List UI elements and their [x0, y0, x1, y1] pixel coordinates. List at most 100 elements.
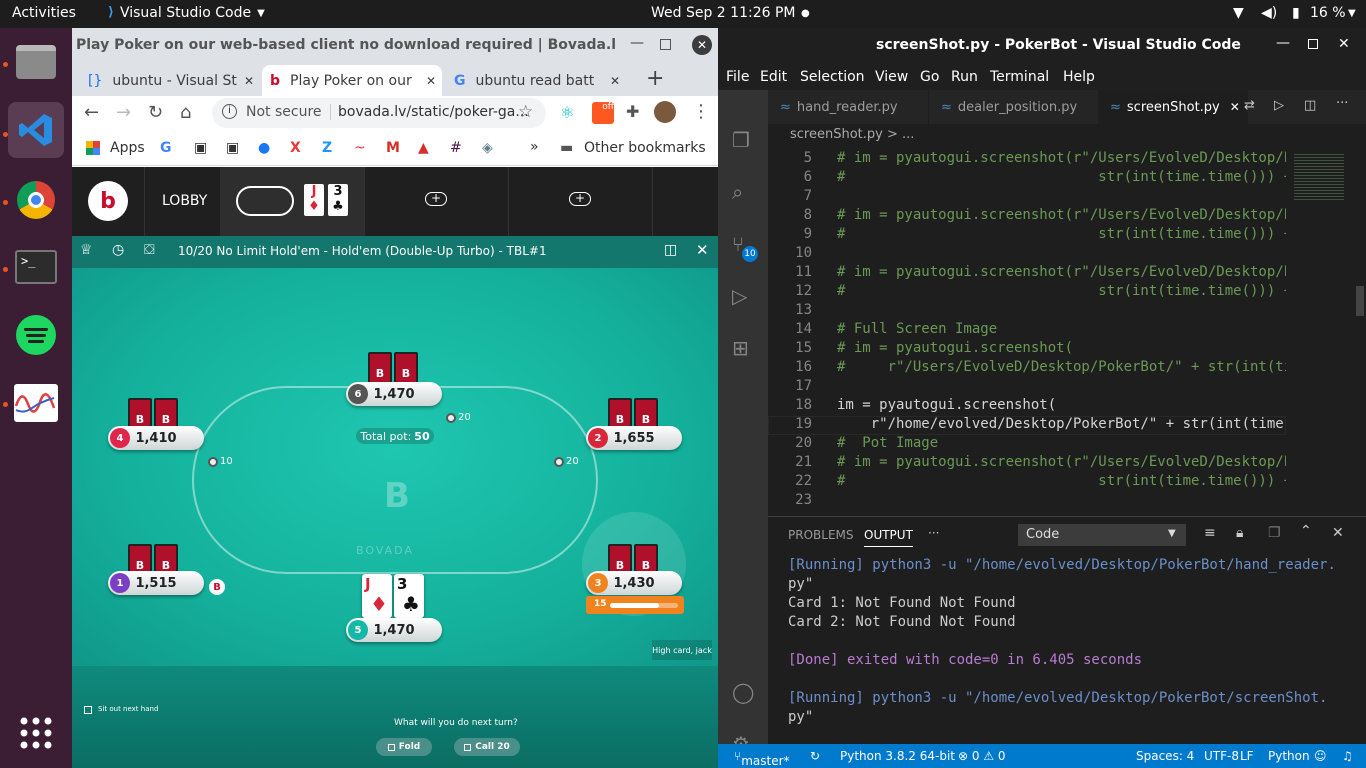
menu-view[interactable]: View: [875, 69, 908, 85]
vscode-icon[interactable]: [8, 102, 64, 158]
maximize-icon[interactable]: [660, 39, 671, 50]
reload-icon[interactable]: ↻: [148, 102, 163, 123]
tab-screenshot[interactable]: ≈ screenShot.py ✕: [1098, 90, 1248, 124]
bookmark-icon[interactable]: ◈: [482, 140, 493, 156]
bovada-logo-icon[interactable]: b: [88, 181, 128, 221]
output-channel-select[interactable]: Code ▼: [1018, 524, 1186, 546]
tab-dealer-position[interactable]: ≈ dealer_position.py: [928, 90, 1098, 124]
wifi-icon[interactable]: ▼: [1233, 5, 1244, 21]
bookmark-icon[interactable]: ▣: [194, 140, 207, 156]
seat-1[interactable]: 1 1,515: [108, 571, 204, 595]
lobby-tab[interactable]: LOBBY: [162, 193, 207, 209]
apps-grid-icon[interactable]: [86, 141, 100, 155]
maximize-panel-icon[interactable]: ⌃: [1300, 523, 1312, 539]
menu-kebab-icon[interactable]: ⋮: [692, 101, 710, 122]
menu-help[interactable]: Help: [1063, 69, 1095, 85]
menu-go[interactable]: Go: [920, 69, 939, 85]
open-changes-icon[interactable]: ⇄: [1244, 98, 1255, 113]
active-table-tab[interactable]: J ♦ 3 ♣: [220, 167, 364, 236]
branch-indicator[interactable]: ⑂ master*: [734, 749, 790, 768]
chrome-icon[interactable]: [8, 172, 64, 228]
clear-output-icon[interactable]: ≡: [1204, 525, 1216, 541]
line-ending[interactable]: LF: [1240, 749, 1254, 763]
menu-terminal[interactable]: Terminal: [990, 69, 1049, 85]
profile-avatar[interactable]: [654, 101, 676, 123]
language-mode[interactable]: Python: [1268, 749, 1310, 763]
z-bookmark-icon[interactable]: Z: [322, 140, 332, 156]
menu-run[interactable]: Run: [951, 69, 978, 85]
add-table-slot[interactable]: +: [508, 167, 652, 236]
x-bookmark-icon[interactable]: X: [290, 140, 301, 156]
open-log-icon[interactable]: ❐: [1268, 525, 1281, 541]
seat-4[interactable]: 4 1,410: [108, 426, 204, 450]
fold-button[interactable]: Fold: [376, 738, 432, 756]
seat-5-hero[interactable]: 5 1,470: [346, 618, 442, 642]
apps-bookmark[interactable]: Apps: [110, 140, 145, 156]
close-icon[interactable]: ✕: [1338, 36, 1350, 52]
bookmarks-overflow-icon[interactable]: »: [530, 139, 539, 155]
clock[interactable]: Wed Sep 2 11:26 PM: [651, 5, 795, 21]
call-button[interactable]: Call 20: [454, 738, 520, 756]
gmail-bookmark-icon[interactable]: M: [386, 140, 400, 156]
app-menu[interactable]: ⟩ Visual Studio Code ▼: [108, 5, 265, 21]
spotify-icon[interactable]: [8, 307, 64, 363]
more-actions-icon[interactable]: ···: [1336, 96, 1348, 111]
info-icon[interactable]: i: [222, 104, 237, 119]
minimap[interactable]: [1286, 146, 1366, 516]
minimize-icon[interactable]: —: [1276, 35, 1290, 51]
extensions-puzzle-icon[interactable]: ✚: [626, 102, 639, 121]
sit-out-checkbox[interactable]: [84, 706, 92, 714]
breadcrumb-path[interactable]: screenShot.py > ...: [790, 127, 914, 142]
tab-problems[interactable]: PROBLEMS: [788, 528, 854, 542]
terminal-icon[interactable]: >_: [8, 239, 64, 295]
app-grid-icon[interactable]: [8, 705, 64, 761]
notifications-bell-icon[interactable]: ♫: [1342, 749, 1353, 763]
close-icon[interactable]: ✕: [692, 35, 712, 55]
close-tab-icon[interactable]: ✕: [244, 74, 254, 88]
menu-file[interactable]: File: [726, 69, 749, 85]
files-icon[interactable]: [8, 34, 64, 90]
close-panel-icon[interactable]: ✕: [1332, 525, 1344, 541]
tab-bovada[interactable]: b Play Poker on our ✕: [262, 65, 442, 96]
extension-off-icon[interactable]: off: [592, 102, 614, 124]
menu-selection[interactable]: Selection: [800, 69, 865, 85]
encoding[interactable]: UTF-8: [1204, 749, 1239, 763]
cashier-icon[interactable]: ⛋: [144, 242, 155, 258]
monitor-icon[interactable]: [8, 375, 64, 431]
scrollbar-thumb[interactable]: [1356, 286, 1364, 316]
volume-icon[interactable]: ◀): [1261, 5, 1277, 21]
home-icon[interactable]: ⌂: [180, 102, 191, 123]
extensions-icon[interactable]: ⊞: [732, 336, 749, 360]
sync-icon[interactable]: ↻: [810, 749, 820, 763]
seat-2[interactable]: 2 1,655: [586, 426, 682, 450]
star-icon[interactable]: ☆: [518, 102, 533, 122]
maximize-icon[interactable]: [1308, 39, 1318, 49]
forward-icon[interactable]: →: [116, 102, 131, 123]
battery-icon[interactable]: ▮: [1292, 5, 1300, 21]
activities-button[interactable]: Activities: [12, 5, 76, 21]
bookmark-icon[interactable]: ~: [354, 140, 366, 156]
seat-6[interactable]: 6 1,470: [346, 382, 442, 406]
add-table-slot[interactable]: +: [364, 167, 508, 236]
new-tab-icon[interactable]: +: [646, 66, 664, 91]
panel-more-icon[interactable]: ···: [928, 526, 939, 540]
trophy-icon[interactable]: ♕: [80, 242, 93, 258]
close-tab-icon[interactable]: ✕: [610, 74, 620, 88]
angular-bookmark-icon[interactable]: ▲: [418, 140, 429, 156]
tab-hand-reader[interactable]: ≈ hand_reader.py: [768, 90, 928, 124]
slack-bookmark-icon[interactable]: #: [450, 140, 462, 156]
history-icon[interactable]: ◷: [112, 242, 124, 258]
search-icon[interactable]: ⌕: [732, 180, 743, 204]
tab-ubuntu-vscode[interactable]: [} ubuntu - Visual St ✕: [80, 65, 260, 96]
split-editor-icon[interactable]: ◫: [1304, 98, 1316, 113]
close-tab-icon[interactable]: ✕: [1230, 100, 1240, 114]
layout-icon[interactable]: ◫: [664, 242, 677, 258]
tab-google-search[interactable]: G ubuntu read batt ✕: [446, 65, 626, 96]
problems-count[interactable]: ⊗ 0 ⚠ 0: [958, 749, 1006, 763]
explorer-icon[interactable]: ❐: [732, 128, 750, 152]
run-file-icon[interactable]: ▷: [1274, 98, 1284, 113]
close-table-icon[interactable]: ✕: [696, 241, 709, 259]
tab-output[interactable]: OUTPUT: [864, 528, 913, 547]
close-tab-icon[interactable]: ✕: [426, 74, 436, 88]
minimize-icon[interactable]: —: [630, 35, 644, 51]
